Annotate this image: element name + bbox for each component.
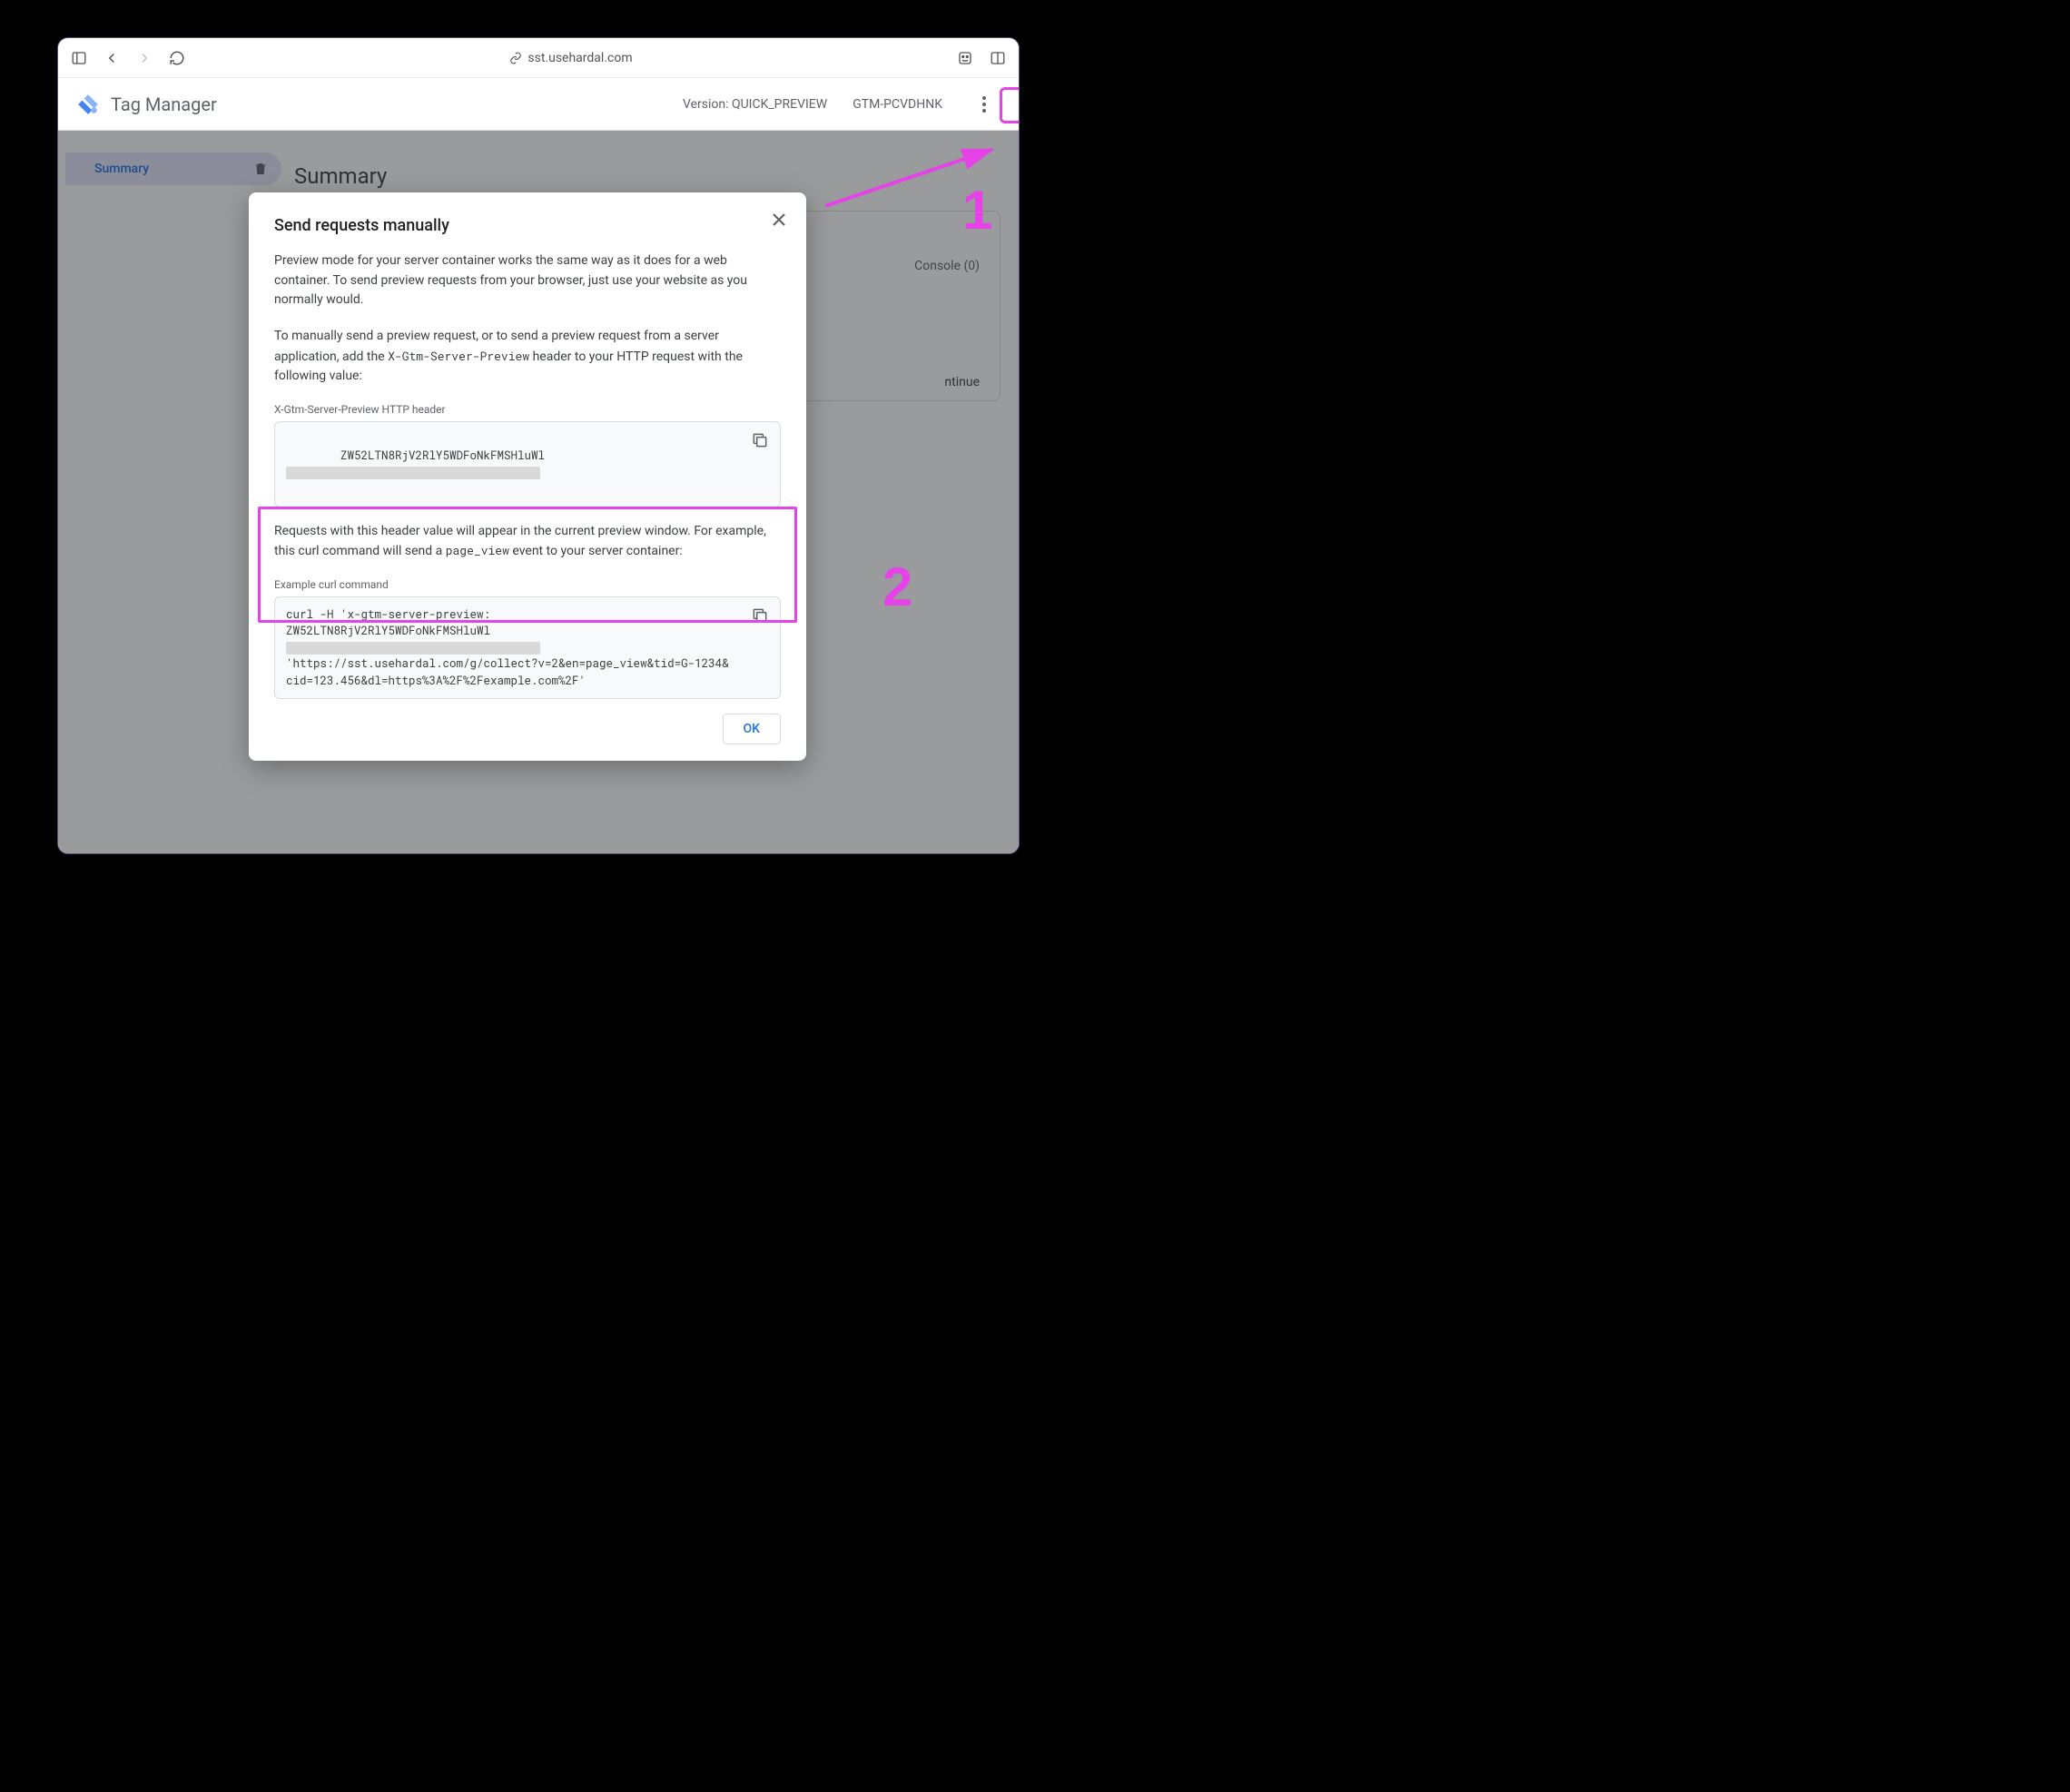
tag-manager-logo-icon xyxy=(76,93,100,116)
curl-label: Example curl command xyxy=(274,578,781,591)
url-display[interactable]: sst.usehardal.com xyxy=(202,51,941,65)
close-button[interactable] xyxy=(768,209,790,231)
tabs-icon[interactable] xyxy=(990,50,1006,66)
modal-paragraph-2: To manually send a preview request, or t… xyxy=(274,327,781,387)
http-header-value-box: ZW52LTN8RjV2RlY5WDFoNkFMSHluWl xyxy=(274,421,781,507)
redacted-segment xyxy=(286,642,540,655)
http-header-label: X-Gtm-Server-Preview HTTP header xyxy=(274,403,781,416)
container-id[interactable]: GTM-PCVDHNK xyxy=(853,97,942,112)
app-title: Tag Manager xyxy=(111,94,217,115)
ok-button[interactable]: OK xyxy=(723,714,782,744)
http-header-value[interactable]: ZW52LTN8RjV2RlY5WDFoNkFMSHluWl xyxy=(275,422,740,507)
back-icon[interactable] xyxy=(104,50,120,66)
browser-window: sst.usehardal.com Tag Manager Version: Q… xyxy=(57,37,1020,854)
curl-command[interactable]: curl -H 'x-gtm-server-preview: ZW52LTN8R… xyxy=(275,597,740,698)
copy-curl-button[interactable] xyxy=(740,597,780,625)
reload-icon[interactable] xyxy=(169,50,185,66)
curl-command-box: curl -H 'x-gtm-server-preview: ZW52LTN8R… xyxy=(274,596,781,699)
modal-paragraph-1: Preview mode for your server container w… xyxy=(274,251,781,310)
copy-header-button[interactable] xyxy=(740,422,780,449)
app-header: Tag Manager Version: QUICK_PREVIEW GTM-P… xyxy=(58,78,1019,131)
extensions-icon[interactable] xyxy=(957,50,973,66)
forward-icon xyxy=(136,50,153,66)
more-menu-button[interactable] xyxy=(968,88,1000,121)
sidebar-toggle-icon[interactable] xyxy=(71,50,87,66)
modal-paragraph-3: Requests with this header value will app… xyxy=(274,522,781,562)
version-label: Version: QUICK_PREVIEW xyxy=(683,97,827,112)
send-requests-modal: Send requests manually Preview mode for … xyxy=(249,192,806,761)
redacted-segment xyxy=(286,467,540,479)
modal-title: Send requests manually xyxy=(274,216,781,235)
browser-toolbar: sst.usehardal.com xyxy=(58,38,1019,78)
url-text: sst.usehardal.com xyxy=(527,51,632,65)
link-icon xyxy=(509,52,522,64)
